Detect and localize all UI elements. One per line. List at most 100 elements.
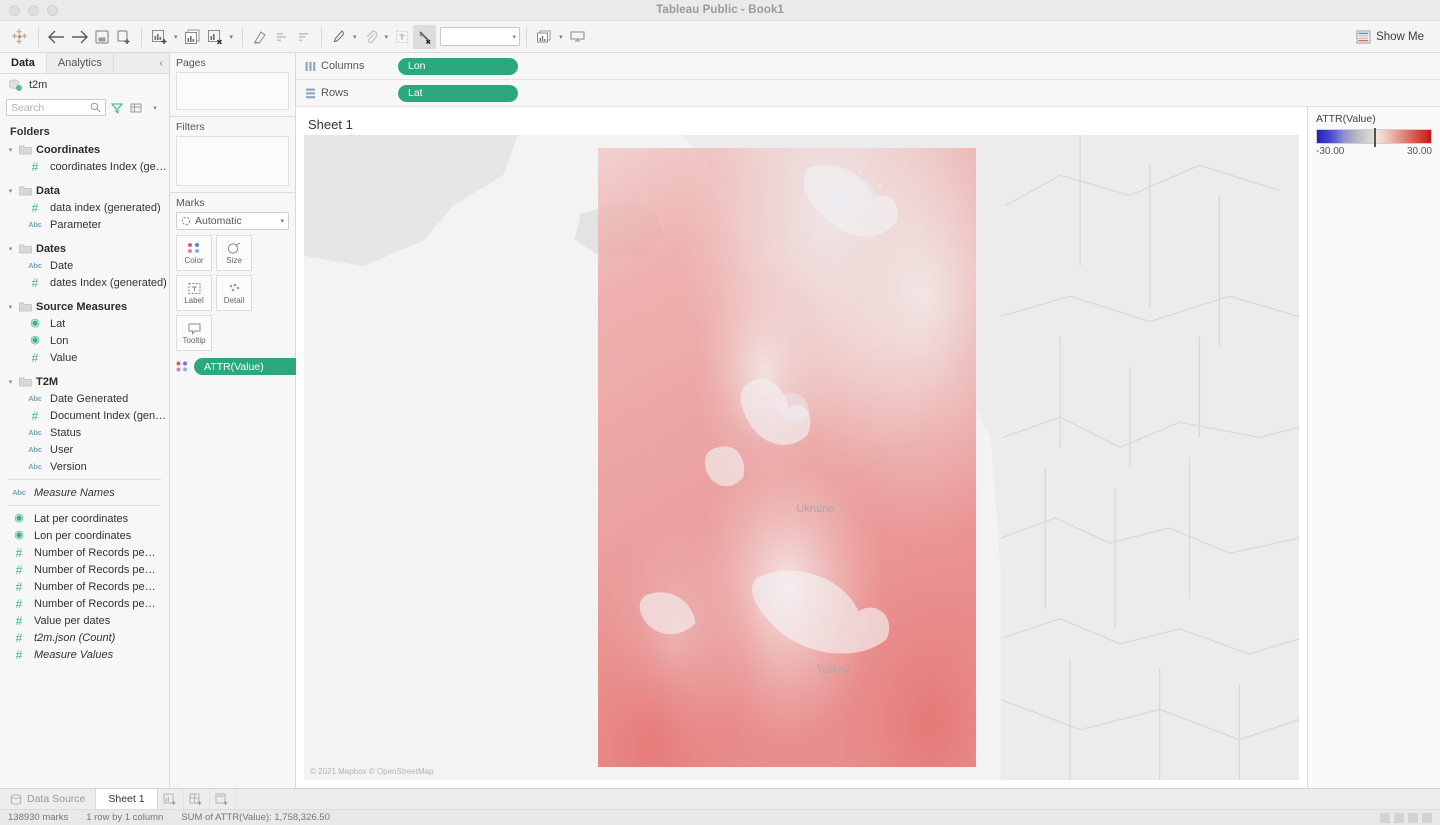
field-item[interactable]: Abc Parameter <box>0 216 169 233</box>
status-indicator <box>1422 812 1432 823</box>
rows-pill-lat[interactable]: Lat <box>398 84 518 102</box>
field-item[interactable]: Abc Measure Names <box>0 484 169 501</box>
mark-type-selector[interactable]: Automatic ▾ <box>176 212 289 230</box>
sheet-tab-bar: Data Source Sheet 1 <box>0 788 1440 809</box>
fit-icon[interactable] <box>566 25 589 49</box>
fit-selector[interactable]: ▾ <box>440 27 521 46</box>
field-item[interactable]: Abc Status <box>0 424 169 441</box>
field-item[interactable]: # Number of Records per co... <box>0 544 169 561</box>
field-item[interactable]: Abc Date Generated <box>0 390 169 407</box>
chevron-down-icon[interactable]: ▾ <box>147 99 163 116</box>
field-item[interactable]: Abc Version <box>0 458 169 475</box>
new-dashboard-tab-button[interactable] <box>184 789 210 809</box>
data-source-item[interactable]: t2m <box>0 74 169 96</box>
field-item[interactable]: Abc Date <box>0 257 169 274</box>
filters-drop-zone[interactable] <box>176 136 289 186</box>
field-item[interactable]: # coordinates Index (gen... <box>0 158 169 175</box>
highlighter-icon[interactable] <box>328 25 350 49</box>
folder-icon <box>19 185 32 196</box>
field-label: Lon <box>50 334 69 347</box>
data-source-tab[interactable]: Data Source <box>0 789 97 809</box>
text-label-icon[interactable] <box>391 25 413 49</box>
filter-icon[interactable] <box>109 99 125 116</box>
presentation-icon[interactable] <box>533 25 556 49</box>
field-item[interactable]: # Number of Records per da... <box>0 561 169 578</box>
new-worksheet-dropdown[interactable]: ▾ <box>171 25 181 49</box>
marks-label-button[interactable]: Label <box>176 275 212 311</box>
pages-drop-zone[interactable] <box>176 72 289 110</box>
highlight-dropdown[interactable]: ▾ <box>350 25 360 49</box>
presentation-dropdown[interactable]: ▾ <box>556 25 566 49</box>
color-icon <box>176 361 190 373</box>
back-button[interactable] <box>45 25 68 49</box>
field-item[interactable]: # Number of Records per t2... <box>0 595 169 612</box>
field-item[interactable]: # t2m.json (Count) <box>0 629 169 646</box>
chevron-down-icon[interactable]: ▾ <box>6 245 15 253</box>
chevron-down-icon[interactable]: ▾ <box>6 378 15 386</box>
marks-size-button[interactable]: Size <box>216 235 252 271</box>
field-item[interactable]: # dates Index (generated) <box>0 274 169 291</box>
field-item[interactable]: ◉ Lon <box>0 332 169 349</box>
field-item[interactable]: # Value per dates <box>0 612 169 629</box>
field-item[interactable]: # Value <box>0 349 169 366</box>
folder-item[interactable]: ▾ Coordinates <box>0 141 169 158</box>
field-item[interactable]: # data index (generated) <box>0 199 169 216</box>
columns-text: Columns <box>321 60 365 72</box>
marks-detail-button[interactable]: Detail <box>216 275 252 311</box>
new-worksheet-button[interactable] <box>148 25 171 49</box>
folder-item[interactable]: ▾ Source Measures <box>0 298 169 315</box>
duplicate-sheet-button[interactable] <box>181 25 204 49</box>
folder-item[interactable]: ▾ T2M <box>0 373 169 390</box>
show-me-button[interactable]: Show Me <box>1350 28 1434 46</box>
sort-ascending-button[interactable] <box>271 25 293 49</box>
tab-data[interactable]: Data <box>0 53 47 73</box>
rows-drop-zone[interactable]: Lat <box>392 84 1440 102</box>
columns-drop-zone[interactable]: Lon <box>392 57 1440 75</box>
magic-wand-icon[interactable] <box>413 24 437 49</box>
field-label: Document Index (gener... <box>50 409 169 422</box>
folder-item[interactable]: ▾ Data <box>0 182 169 199</box>
map-canvas[interactable]: Ukraine Turkey © 2021 Mapbox © OpenStree… <box>304 135 1299 780</box>
folder-item[interactable]: ▾ Dates <box>0 240 169 257</box>
clear-sheet-button[interactable] <box>204 25 227 49</box>
field-item[interactable]: ◉ Lat <box>0 315 169 332</box>
marks-color-button[interactable]: Color <box>176 235 212 271</box>
legend-gradient-bar[interactable] <box>1316 128 1432 147</box>
mark-type-value: Automatic <box>195 215 242 227</box>
field-label: Date Generated <box>50 392 129 405</box>
group-dropdown[interactable]: ▾ <box>382 25 392 49</box>
chevron-down-icon[interactable]: ▾ <box>6 187 15 195</box>
search-input[interactable] <box>11 101 90 114</box>
chevron-down-icon[interactable]: ▾ <box>6 303 15 311</box>
forward-button[interactable] <box>68 25 91 49</box>
save-button[interactable] <box>91 25 113 49</box>
paperclip-icon[interactable] <box>360 25 382 49</box>
sheet-tab-sheet-1[interactable]: Sheet 1 <box>96 789 158 809</box>
new-worksheet-tab-button[interactable] <box>158 789 184 809</box>
field-item[interactable]: # Number of Records per da... <box>0 578 169 595</box>
chevron-down-icon[interactable]: ▾ <box>6 146 15 154</box>
measures-divider <box>8 479 161 480</box>
clear-icon[interactable] <box>249 25 271 49</box>
worksheet-viewport[interactable]: Sheet 1 Ukraine Turkey © 2021 Mapbox © O… <box>296 107 1308 788</box>
field-item[interactable]: ◉ Lat per coordinates <box>0 510 169 527</box>
sort-descending-button[interactable] <box>293 25 315 49</box>
field-item[interactable]: ◉ Lon per coordinates <box>0 527 169 544</box>
folders-container: ▾ Coordinates # coordinates Index (gen... ▾ D… <box>0 141 169 475</box>
columns-pill-lon[interactable]: Lon <box>398 57 518 75</box>
page-title: Sheet 1 <box>308 117 353 132</box>
search-input-wrap[interactable] <box>6 99 106 116</box>
tab-analytics[interactable]: Analytics <box>47 53 114 73</box>
numeric-field-icon: # <box>31 275 39 290</box>
group-by-icon[interactable] <box>128 99 144 116</box>
new-story-tab-button[interactable] <box>210 789 236 809</box>
marks-tooltip-button[interactable]: Tooltip <box>176 315 212 351</box>
show-me-label: Show Me <box>1376 30 1424 43</box>
field-item[interactable]: # Document Index (gener... <box>0 407 169 424</box>
field-item[interactable]: # Measure Values <box>0 646 169 663</box>
tableau-logo-icon[interactable] <box>6 25 32 49</box>
field-item[interactable]: Abc User <box>0 441 169 458</box>
chevron-left-icon[interactable]: ‹ <box>154 53 169 73</box>
add-data-source-icon[interactable] <box>113 25 135 49</box>
clear-sheet-dropdown[interactable]: ▾ <box>227 25 237 49</box>
